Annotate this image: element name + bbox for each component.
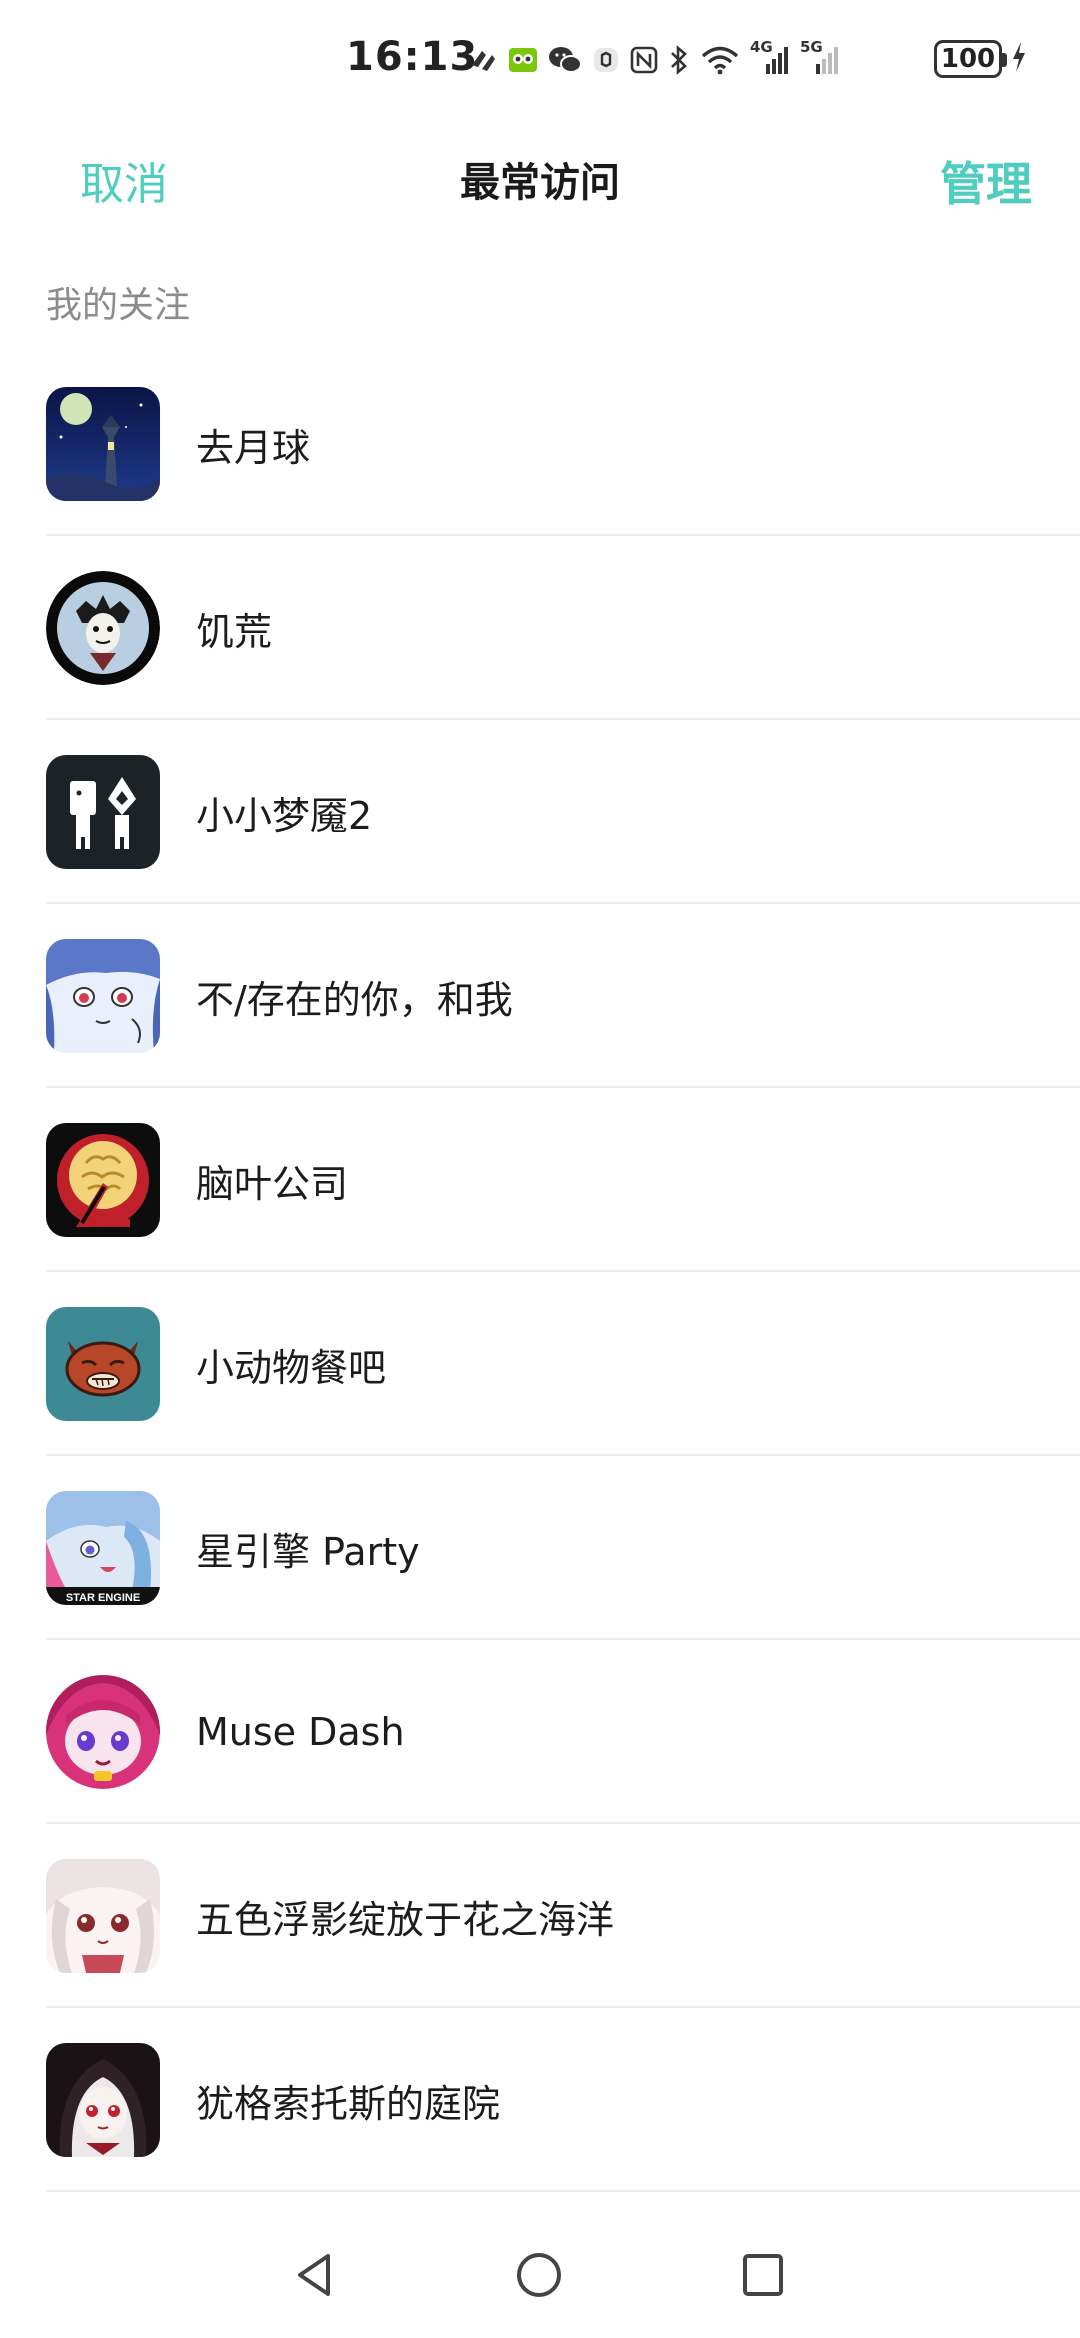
cancel-button[interactable]: 取消 xyxy=(80,148,168,212)
star-engine-party-game-icon: STAR ENGINE xyxy=(46,1491,160,1605)
item-label: 小小梦魇2 xyxy=(196,793,373,838)
little-nightmares-2-game-icon xyxy=(46,755,160,869)
recents-icon[interactable] xyxy=(740,2250,786,2304)
item-label: 小动物餐吧 xyxy=(196,1345,387,1390)
lobotomy-corp-game-icon xyxy=(46,1123,160,1237)
the-you-i-exist-game-icon xyxy=(46,939,160,1053)
list-item[interactable]: 不/存在的你，和我 xyxy=(0,904,1080,1088)
header: 最常访问 取消 管理 xyxy=(0,120,1080,230)
item-label: 星引擎 Party xyxy=(196,1529,420,1574)
animal-restaurant-game-icon xyxy=(46,1307,160,1421)
item-label: 不/存在的你，和我 xyxy=(196,977,513,1022)
item-label: 去月球 xyxy=(196,425,311,470)
item-label: 饥荒 xyxy=(196,609,273,654)
tiktok-notification-icon xyxy=(468,40,498,80)
list-item[interactable]: 五色浮影绽放于花之海洋 xyxy=(0,1824,1080,2008)
muse-dash-game-icon xyxy=(46,1675,160,1789)
to-the-moon-game-icon xyxy=(46,387,160,501)
section-label: 我的关注 xyxy=(46,285,191,326)
cellular-5g-icon: 5G xyxy=(800,38,840,80)
nfc-icon xyxy=(630,40,658,80)
list-item[interactable]: Muse Dash xyxy=(0,1640,1080,1824)
list-item[interactable]: 小小梦魇2 xyxy=(0,720,1080,904)
status-time: 16:13 xyxy=(346,34,479,80)
list-item[interactable]: 饥荒 xyxy=(0,536,1080,720)
dont-starve-game-icon xyxy=(46,571,160,685)
signal-5g-label: 5G xyxy=(800,38,823,56)
home-icon[interactable] xyxy=(514,2250,564,2304)
wifi-icon xyxy=(700,40,740,80)
five-colors-flower-sea-game-icon xyxy=(46,1859,160,1973)
followed-list: 去月球 饥荒 小小梦魇2 不/存在的你，和我 脑叶公司 小动物餐吧 STAR E… xyxy=(0,352,1080,2192)
list-item[interactable]: STAR ENGINE 星引擎 Party xyxy=(0,1456,1080,1640)
status-icons: 4G 5G xyxy=(468,36,840,84)
status-bar: 16:13 4G 5G 100 xyxy=(0,0,1080,120)
cellular-4g-icon: 4G xyxy=(750,38,790,80)
list-item[interactable]: 去月球 xyxy=(0,352,1080,536)
item-label: 五色浮影绽放于花之海洋 xyxy=(196,1897,615,1942)
manage-button[interactable]: 管理 xyxy=(940,148,1032,214)
navigation-bar xyxy=(0,2220,1080,2338)
battery-level: 100 xyxy=(940,44,996,74)
signal-4g-label: 4G xyxy=(750,38,773,56)
back-icon[interactable] xyxy=(292,2250,336,2304)
list-item[interactable]: 犹格索托斯的庭院 xyxy=(0,2008,1080,2192)
item-label: Muse Dash xyxy=(196,1710,405,1754)
charging-icon xyxy=(1010,40,1028,78)
item-label: 犹格索托斯的庭院 xyxy=(196,2081,501,2126)
app-notification-icon xyxy=(592,40,620,80)
item-label: 脑叶公司 xyxy=(196,1161,349,1206)
wechat-notification-icon xyxy=(548,40,582,80)
bluetooth-icon xyxy=(668,40,690,80)
yog-sothoth-garden-game-icon xyxy=(46,2043,160,2157)
list-item[interactable]: 小动物餐吧 xyxy=(0,1272,1080,1456)
battery-indicator: 100 xyxy=(934,40,1007,78)
duolingo-notification-icon xyxy=(508,40,538,80)
list-item[interactable]: 脑叶公司 xyxy=(0,1088,1080,1272)
star-engine-text: STAR ENGINE xyxy=(66,1592,140,1604)
